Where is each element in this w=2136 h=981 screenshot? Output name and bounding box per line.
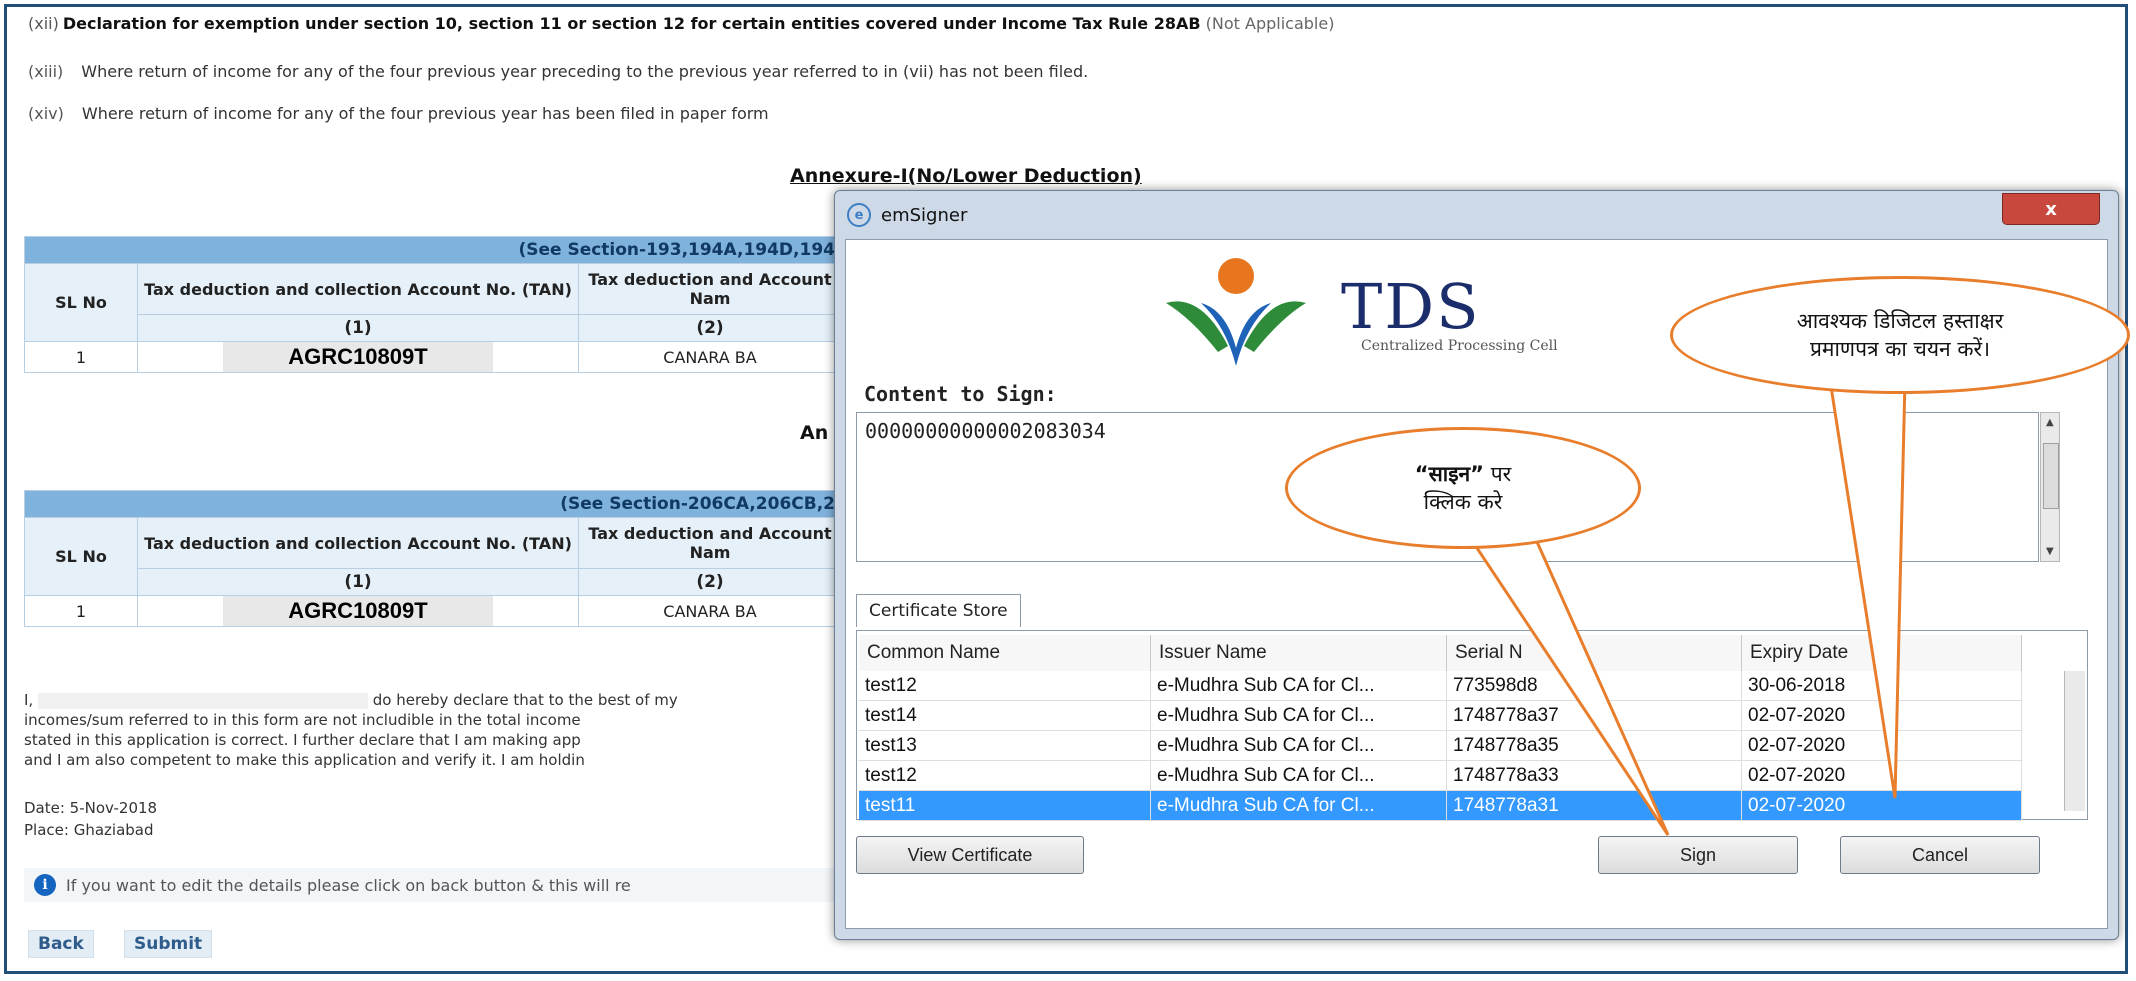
sign-callout: “साइन” पर क्लिक करे	[1285, 427, 1641, 549]
cert-callout-line-2: प्रमाणपत्र का चयन करें।	[1809, 337, 1991, 361]
cert-callout-line-1: आवश्यक डिजिटल हस्ताक्षर	[1796, 309, 2004, 333]
cert-callout-pointer	[1828, 378, 1907, 799]
sign-callout-pointer	[1452, 513, 1670, 836]
sign-callout-line-1: “साइन” पर	[1415, 460, 1511, 488]
sign-callout-line-2: क्लिक करे	[1423, 490, 1503, 514]
callout-pointers	[1452, 378, 1907, 836]
certificate-callout: आवश्यक डिजिटल हस्ताक्षर प्रमाणपत्र का चय…	[1670, 276, 2130, 394]
sign-callout-bold: “साइन”	[1414, 462, 1484, 486]
sign-callout-rest: पर	[1490, 462, 1512, 486]
